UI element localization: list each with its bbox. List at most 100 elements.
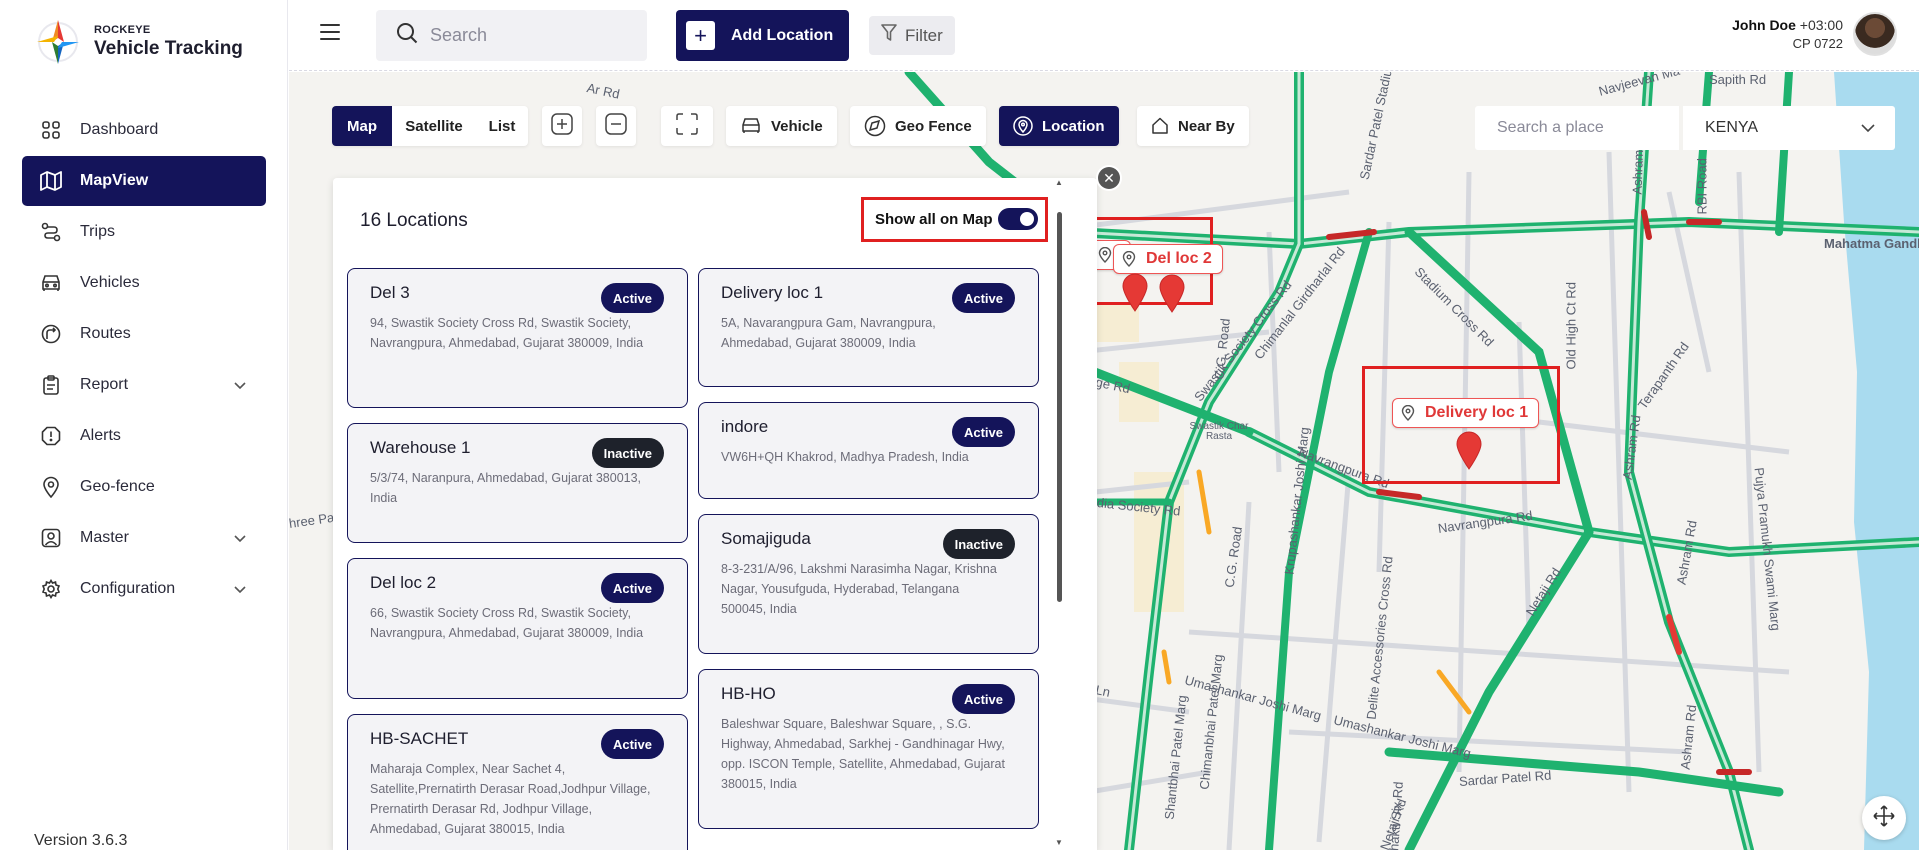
alert-icon bbox=[40, 425, 62, 447]
location-layer-button[interactable]: Location bbox=[999, 106, 1119, 146]
near-by-button[interactable]: Near By bbox=[1137, 106, 1249, 146]
brand-small: ROCKEYE bbox=[94, 24, 151, 36]
routes-icon bbox=[40, 323, 62, 345]
map-marker-pin[interactable] bbox=[1158, 273, 1186, 313]
location-card[interactable]: Warehouse 1 Inactive 5/3/74, Naranpura, … bbox=[347, 423, 688, 543]
marker-label[interactable]: Del loc 2 bbox=[1113, 244, 1223, 274]
location-card[interactable]: Del loc 2 Active 66, Swastik Society Cro… bbox=[347, 558, 688, 699]
map-canvas[interactable]: Sardar Patel Stadium Rd Navjeevan Ma Sap… bbox=[289, 72, 1919, 850]
app-version: Version 3.6.3 bbox=[34, 832, 128, 849]
scroll-down-icon[interactable]: ▼ bbox=[1055, 838, 1063, 847]
location-card[interactable]: Delivery loc 1 Active 5A, Navarangpura G… bbox=[698, 268, 1039, 387]
add-location-button[interactable]: + Add Location bbox=[676, 10, 849, 61]
street-label: Mahatma Gandhi bbox=[1824, 236, 1919, 251]
show-all-label: Show all on Map bbox=[875, 211, 993, 228]
chevron-down-icon[interactable] bbox=[234, 581, 246, 599]
location-pin-icon bbox=[40, 476, 62, 498]
show-all-on-map: Show all on Map bbox=[861, 197, 1048, 242]
sidebar-item-label: Trips bbox=[80, 223, 115, 240]
car-icon bbox=[740, 117, 762, 135]
location-address: Maharaja Complex, Near Sachet 4, Satelli… bbox=[370, 762, 651, 836]
brand-title: Vehicle Tracking bbox=[94, 38, 243, 59]
move-arrows-icon bbox=[1873, 804, 1895, 832]
funnel-icon bbox=[881, 24, 897, 47]
view-map-button[interactable]: Map bbox=[332, 106, 392, 146]
chevron-down-icon[interactable] bbox=[234, 530, 246, 548]
panel-scrollbar[interactable]: ▲ ▼ bbox=[1054, 178, 1064, 850]
country-select[interactable]: KENYA bbox=[1683, 106, 1895, 150]
status-badge: Inactive bbox=[591, 438, 664, 468]
car-icon bbox=[40, 272, 62, 294]
country-value: KENYA bbox=[1705, 119, 1759, 136]
marker-label-text: Delivery loc 1 bbox=[1425, 404, 1529, 421]
geo-fence-layer-button[interactable]: Geo Fence bbox=[850, 106, 986, 146]
sidebar-item-label: Geo-fence bbox=[80, 478, 155, 495]
sidebar-item-master[interactable]: Master bbox=[22, 513, 266, 563]
location-pin-icon bbox=[1013, 116, 1033, 136]
clipboard-icon bbox=[40, 374, 62, 396]
location-address: VW6H+QH Khakrod, Madhya Pradesh, India bbox=[721, 450, 969, 464]
marker-label[interactable]: Delivery loc 1 bbox=[1392, 398, 1540, 428]
view-list-button[interactable]: List bbox=[476, 106, 528, 146]
sidebar-item-vehicles[interactable]: Vehicles bbox=[22, 258, 266, 308]
location-pin-icon bbox=[1401, 405, 1415, 421]
location-address: 66, Swastik Society Cross Rd, Swastik So… bbox=[370, 606, 644, 640]
user-timezone: +03:00 bbox=[1799, 17, 1843, 33]
status-badge: Active bbox=[600, 283, 664, 313]
close-icon[interactable]: ✕ bbox=[1098, 167, 1120, 189]
location-cards: Del 3 Active 94, Swastik Society Cross R… bbox=[347, 268, 1071, 850]
view-satellite-button[interactable]: Satellite bbox=[392, 106, 476, 146]
sidebar-item-dashboard[interactable]: Dashboard bbox=[22, 105, 266, 155]
location-card[interactable]: HB-SACHET Active Maharaja Complex, Near … bbox=[347, 714, 688, 850]
location-card[interactable]: HB-HO Active Baleshwar Square, Baleshwar… bbox=[698, 669, 1039, 829]
location-card[interactable]: Somajiguda Inactive 8-3-231/A/96, Lakshm… bbox=[698, 514, 1039, 654]
sidebar-item-routes[interactable]: Routes bbox=[22, 309, 266, 359]
vehicle-layer-button[interactable]: Vehicle bbox=[726, 106, 837, 146]
sidebar-item-trips[interactable]: Trips bbox=[22, 207, 266, 257]
scroll-up-icon[interactable]: ▲ bbox=[1055, 178, 1063, 187]
fullscreen-button[interactable] bbox=[661, 106, 713, 146]
chevron-down-icon[interactable] bbox=[234, 377, 246, 395]
gear-icon bbox=[40, 578, 62, 600]
place-search-input[interactable] bbox=[1497, 119, 1667, 137]
brand-logo[interactable]: ROCKEYE Vehicle Tracking bbox=[32, 14, 243, 70]
sidebar-item-report[interactable]: Report bbox=[22, 360, 266, 410]
filter-button[interactable]: Filter bbox=[869, 16, 955, 55]
add-location-label: Add Location bbox=[731, 26, 834, 44]
sidebar-item-configuration[interactable]: Configuration bbox=[22, 564, 266, 614]
location-address: 94, Swastik Society Cross Rd, Swastik So… bbox=[370, 316, 644, 350]
location-card[interactable]: indore Active VW6H+QH Khakrod, Madhya Pr… bbox=[698, 402, 1039, 499]
location-label: Location bbox=[1042, 117, 1105, 135]
map-marker-pin[interactable] bbox=[1455, 430, 1483, 470]
search-input[interactable] bbox=[430, 25, 630, 46]
place-search[interactable] bbox=[1475, 106, 1679, 150]
user-profile[interactable]: John Doe +03:00 CP 0722 bbox=[1732, 12, 1897, 56]
location-pin-icon bbox=[1098, 247, 1112, 263]
avatar[interactable] bbox=[1853, 12, 1897, 56]
marker-label-text: Del loc 2 bbox=[1146, 250, 1212, 267]
recenter-button[interactable] bbox=[1862, 796, 1906, 840]
menu-toggle-icon[interactable] bbox=[320, 24, 340, 42]
map-marker-pin[interactable] bbox=[1121, 272, 1149, 312]
show-all-toggle[interactable] bbox=[998, 208, 1038, 230]
zoom-out-button[interactable] bbox=[596, 106, 636, 146]
location-address: 5/3/74, Naranpura, Ahmedabad, Gujarat 38… bbox=[370, 471, 642, 505]
zoom-in-button[interactable] bbox=[542, 106, 582, 146]
compass-logo-icon bbox=[32, 14, 84, 70]
map-view-switch: Map Satellite List bbox=[332, 106, 528, 146]
near-by-label: Near By bbox=[1178, 117, 1235, 135]
sidebar-item-mapview[interactable]: MapView bbox=[22, 156, 266, 206]
zoom-in-icon bbox=[551, 113, 573, 139]
scrollbar-thumb[interactable] bbox=[1057, 212, 1062, 602]
sidebar: ROCKEYE Vehicle Tracking Dashboard MapVi… bbox=[0, 0, 288, 850]
street-label: Old High Ct Rd bbox=[1563, 282, 1579, 370]
location-address: 5A, Navarangpura Gam, Navrangpura, Ahmed… bbox=[721, 316, 936, 350]
sidebar-item-label: MapView bbox=[80, 172, 149, 189]
geofence-icon bbox=[864, 115, 886, 137]
master-user-icon bbox=[40, 527, 62, 549]
location-card[interactable]: Del 3 Active 94, Swastik Society Cross R… bbox=[347, 268, 688, 408]
sidebar-item-alerts[interactable]: Alerts bbox=[22, 411, 266, 461]
global-search[interactable] bbox=[376, 10, 647, 61]
sidebar-item-geo-fence[interactable]: Geo-fence bbox=[22, 462, 266, 512]
sidebar-nav: Dashboard MapView Trips Vehicles Routes … bbox=[22, 105, 266, 615]
